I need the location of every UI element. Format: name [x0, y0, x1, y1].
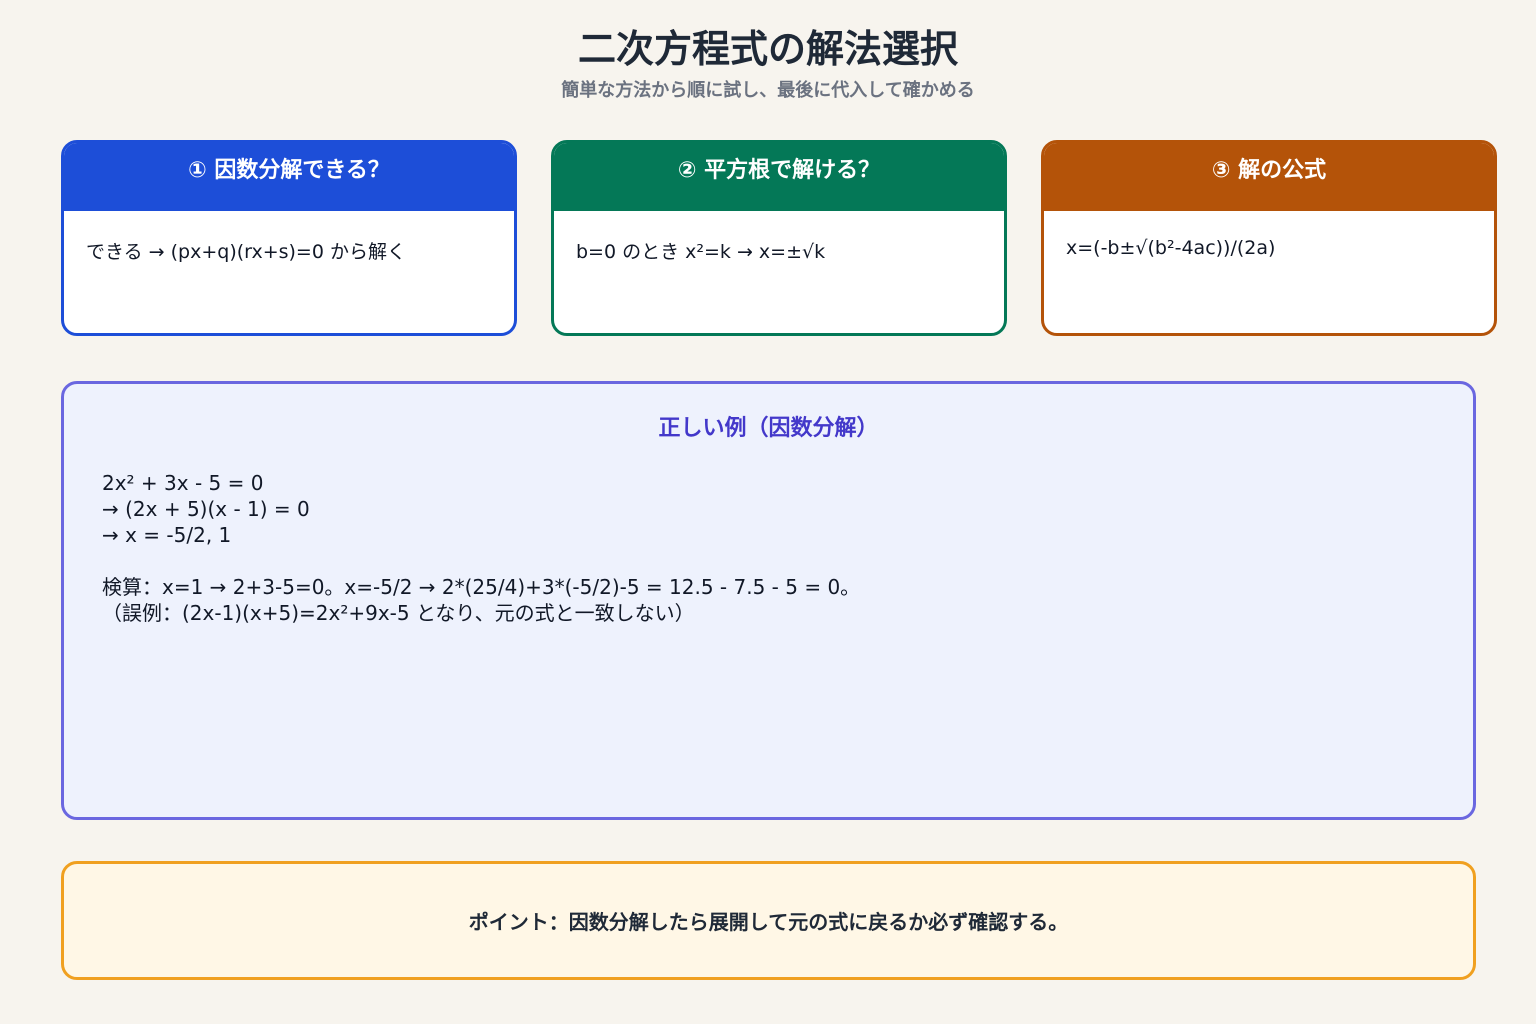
page-subtitle: 簡単な方法から順に試し、最後に代入して確かめる: [561, 80, 975, 101]
point-note: ポイント：因数分解したら展開して元の式に戻るか必ず確認する。: [61, 861, 1476, 980]
example-panel: 正しい例（因数分解） 2x² + 3x - 5 = 0 → (2x + 5)(x…: [61, 381, 1476, 820]
example-line: → x = -5/2, 1: [102, 523, 232, 547]
method-card-title: ③ 解の公式: [1044, 143, 1494, 211]
example-line: → (2x + 5)(x - 1) = 0: [102, 497, 310, 521]
method-card-body: b=0 のとき x²=k → x=±√k: [576, 241, 826, 263]
example-lines: 2x² + 3x - 5 = 0 → (2x + 5)(x - 1) = 0 →…: [102, 470, 860, 626]
method-card-factoring: ① 因数分解できる？ できる → (px+q)(rx+s)=0 から解く: [61, 140, 517, 336]
page-title: 二次方程式の解法選択: [577, 27, 958, 71]
example-line: 2x² + 3x - 5 = 0: [102, 471, 264, 495]
method-card-quadratic-formula: ③ 解の公式 x=(-b±√(b²-4ac))/(2a): [1041, 140, 1497, 336]
method-card-title: ① 因数分解できる？: [64, 143, 514, 211]
check-line: 検算：x=1 → 2+3-5=0。x=-5/2 → 2*(25/4)+3*(-5…: [102, 575, 861, 599]
method-card-body: できる → (px+q)(rx+s)=0 から解く: [86, 241, 406, 263]
example-title: 正しい例（因数分解）: [658, 416, 879, 441]
method-card-square-root: ② 平方根で解ける？ b=0 のとき x²=k → x=±√k: [551, 140, 1007, 336]
method-card-title: ② 平方根で解ける？: [554, 143, 1004, 211]
method-card-body: x=(-b±√(b²-4ac))/(2a): [1066, 237, 1276, 259]
wrong-example-line: （誤例：(2x-1)(x+5)=2x²+9x-5 となり、元の式と一致しない）: [102, 601, 695, 625]
point-text: ポイント：因数分解したら展開して元の式に戻るか必ず確認する。: [468, 910, 1069, 934]
